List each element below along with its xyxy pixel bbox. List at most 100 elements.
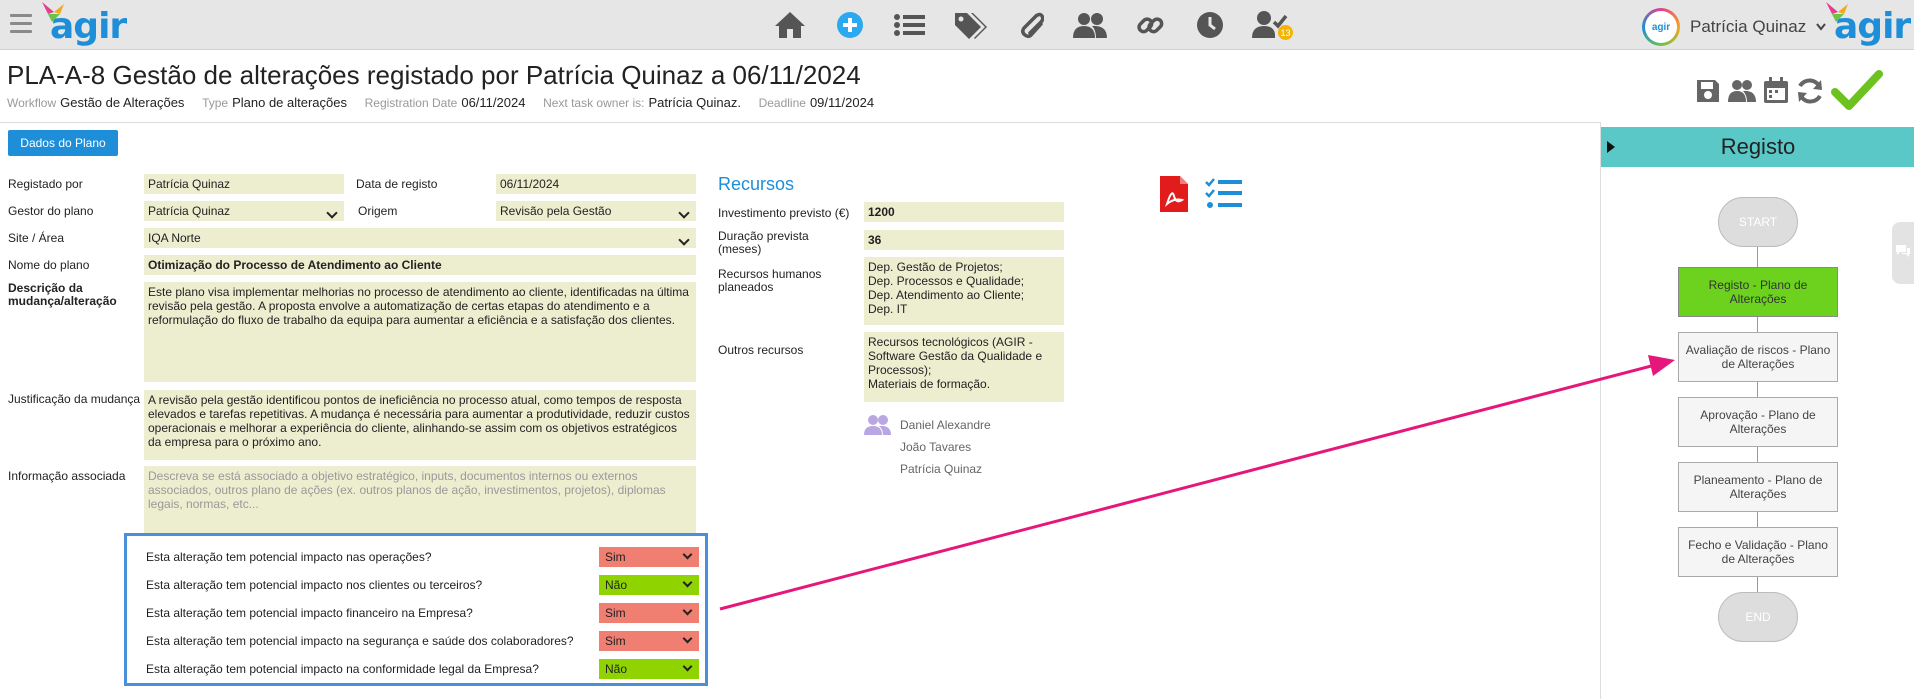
workflow-connector [1757,382,1758,397]
workflow-start: START [1718,197,1798,247]
data-registo-field[interactable]: 06/11/2024 [496,174,696,194]
outros-label: Outros recursos [718,343,804,357]
refresh-icon[interactable] [1795,77,1825,110]
chat-icon [1896,245,1910,257]
nome-label: Nome do plano [8,258,90,272]
duracao-field[interactable]: 36 [864,230,1064,250]
attachment-icon[interactable] [1000,8,1060,42]
descricao-label: Descrição da mudança/alteração [8,281,117,308]
meta-type-value: Plano de alterações [232,95,347,110]
outros-textarea[interactable]: Recursos tecnológicos (AGIR - Software G… [864,332,1064,402]
approve-check-icon[interactable] [1831,70,1883,117]
investimento-label: Investimento previsto (€) [718,206,850,220]
participant-item: Patrícia Quinaz [900,462,983,476]
duracao-label: Duração prevista (meses) [718,229,809,256]
gestor-label: Gestor do plano [8,204,94,218]
pdf-icon[interactable] [1160,176,1188,217]
link-icon[interactable] [1120,8,1180,42]
impact-answer-select[interactable]: Sim [599,547,699,567]
impact-question: Esta alteração tem potencial impacto na … [146,662,539,676]
info-label: Informação associada [8,469,126,483]
workflow-connector [1757,512,1758,527]
page-title: PLA-A-8 Gestão de alterações registado p… [7,60,861,90]
meta-owner-value: Patrícia Quinaz. [648,95,741,110]
meta-workflow-value: Gestão de Alterações [60,95,185,110]
workflow-step-aprovacao[interactable]: Aprovação - Plano de Alterações [1678,397,1838,447]
impact-answer-select[interactable]: Não [599,659,699,679]
impact-question: Esta alteração tem potencial impacto fin… [146,606,473,620]
workflow-connector [1757,577,1758,592]
tab-dados-do-plano[interactable]: Dados do Plano [8,130,118,156]
recursos-title: Recursos [718,174,795,194]
meta-regdate-key: Registration Date [364,96,458,110]
workflow-step-fecho[interactable]: Fecho e Validação - Plano de Alterações [1678,527,1838,577]
participants-icon[interactable] [1727,78,1757,109]
user-check-icon[interactable]: 13 [1240,8,1300,42]
meta-deadline-key: Deadline [758,96,806,110]
investimento-field[interactable]: 1200 [864,202,1064,222]
menu-icon[interactable] [10,14,32,34]
participant-item: João Tavares [900,440,972,454]
registado-por-field[interactable]: Patrícia Quinaz [144,174,344,194]
clock-icon[interactable] [1180,8,1240,42]
list-icon[interactable] [880,8,940,42]
avatar-text: agir [1645,11,1677,43]
origem-select[interactable]: Revisão pela Gestão [496,201,696,221]
rh-textarea[interactable]: Dep. Gestão de Projetos; Dep. Processos … [864,257,1064,325]
impact-answer-select[interactable]: Não [599,575,699,595]
site-label: Site / Área [8,231,65,245]
meta-deadline-value: 09/11/2024 [809,95,875,110]
calendar-icon[interactable] [1763,77,1789,110]
workflow-panel-header[interactable]: Registo [1601,127,1914,167]
app-logo[interactable]: agir [42,2,127,47]
impact-answer-select[interactable]: Sim [599,603,699,623]
registado-por-label: Registado por [8,177,83,191]
home-icon[interactable] [760,8,820,42]
meta-workflow-key: Workflow [7,96,57,110]
data-registo-label: Data de registo [356,177,438,191]
workflow-step-avaliacao[interactable]: Avaliação de riscos - Plano de Alteraçõe… [1678,332,1838,382]
logo-bird-icon [1826,2,1848,22]
participants-list: Daniel Alexandre João Tavares Patrícia Q… [900,414,991,480]
gestor-select[interactable]: Patrícia Quinaz [144,201,344,221]
save-icon[interactable] [1695,78,1721,109]
participant-item: Daniel Alexandre [900,418,991,432]
top-bar: agir 13 agir Patrícia Quinaz agir [0,0,1914,50]
justificacao-textarea[interactable]: A revisão pela gestão identificou pontos… [144,390,696,460]
workflow-panel-title: Registo [1720,134,1796,159]
impact-question: Esta alteração tem potencial impacto nas… [146,550,432,564]
impact-question: Esta alteração tem potencial impacto na … [146,634,574,648]
avatar: agir [1642,8,1680,46]
workflow-panel: Registo START Registo - Plano de Alteraç… [1600,122,1914,699]
nome-field[interactable]: Otimização do Processo de Atendimento ao… [144,255,696,275]
chat-side-tab[interactable] [1892,222,1914,284]
logo-bird-icon [42,2,64,22]
meta-owner-key: Next task owner is: [543,96,645,110]
info-textarea[interactable]: Descreva se está associado a objetivo es… [144,466,696,536]
site-select[interactable]: IQA Norte [144,228,696,248]
impact-questions-panel: Esta alteração tem potencial impacto nas… [124,533,708,686]
user-menu[interactable]: agir Patrícia Quinaz [1642,8,1827,46]
workflow-connector [1757,447,1758,462]
impact-answer-select[interactable]: Sim [599,631,699,651]
impact-question: Esta alteração tem potencial impacto nos… [146,578,483,592]
users-icon[interactable] [1060,8,1120,42]
tags-icon[interactable] [940,8,1000,42]
workflow-step-planeamento[interactable]: Planeamento - Plano de Alterações [1678,462,1838,512]
action-toolbar [1695,70,1883,117]
meta-type-key: Type [202,96,229,110]
record-meta: Workflow Gestão de Alterações Type Plano d… [7,95,888,110]
expand-triangle-icon [1607,141,1615,153]
descricao-textarea[interactable]: Este plano visa implementar melhorias no… [144,282,696,382]
workflow-connector [1757,247,1758,267]
participants-group-icon [864,415,891,435]
justificacao-label: Justificação da mudança [8,392,141,406]
rh-label: Recursos humanos planeados [718,267,822,294]
main-nav: 13 [760,8,1300,42]
workflow-step-registo[interactable]: Registo - Plano de Alterações [1678,267,1838,317]
checklist-icon[interactable] [1205,178,1243,215]
user-name: Patrícia Quinaz [1690,17,1807,36]
meta-regdate-value: 06/11/2024 [461,95,526,110]
workflow-connector [1757,317,1758,332]
add-icon[interactable] [820,8,880,42]
